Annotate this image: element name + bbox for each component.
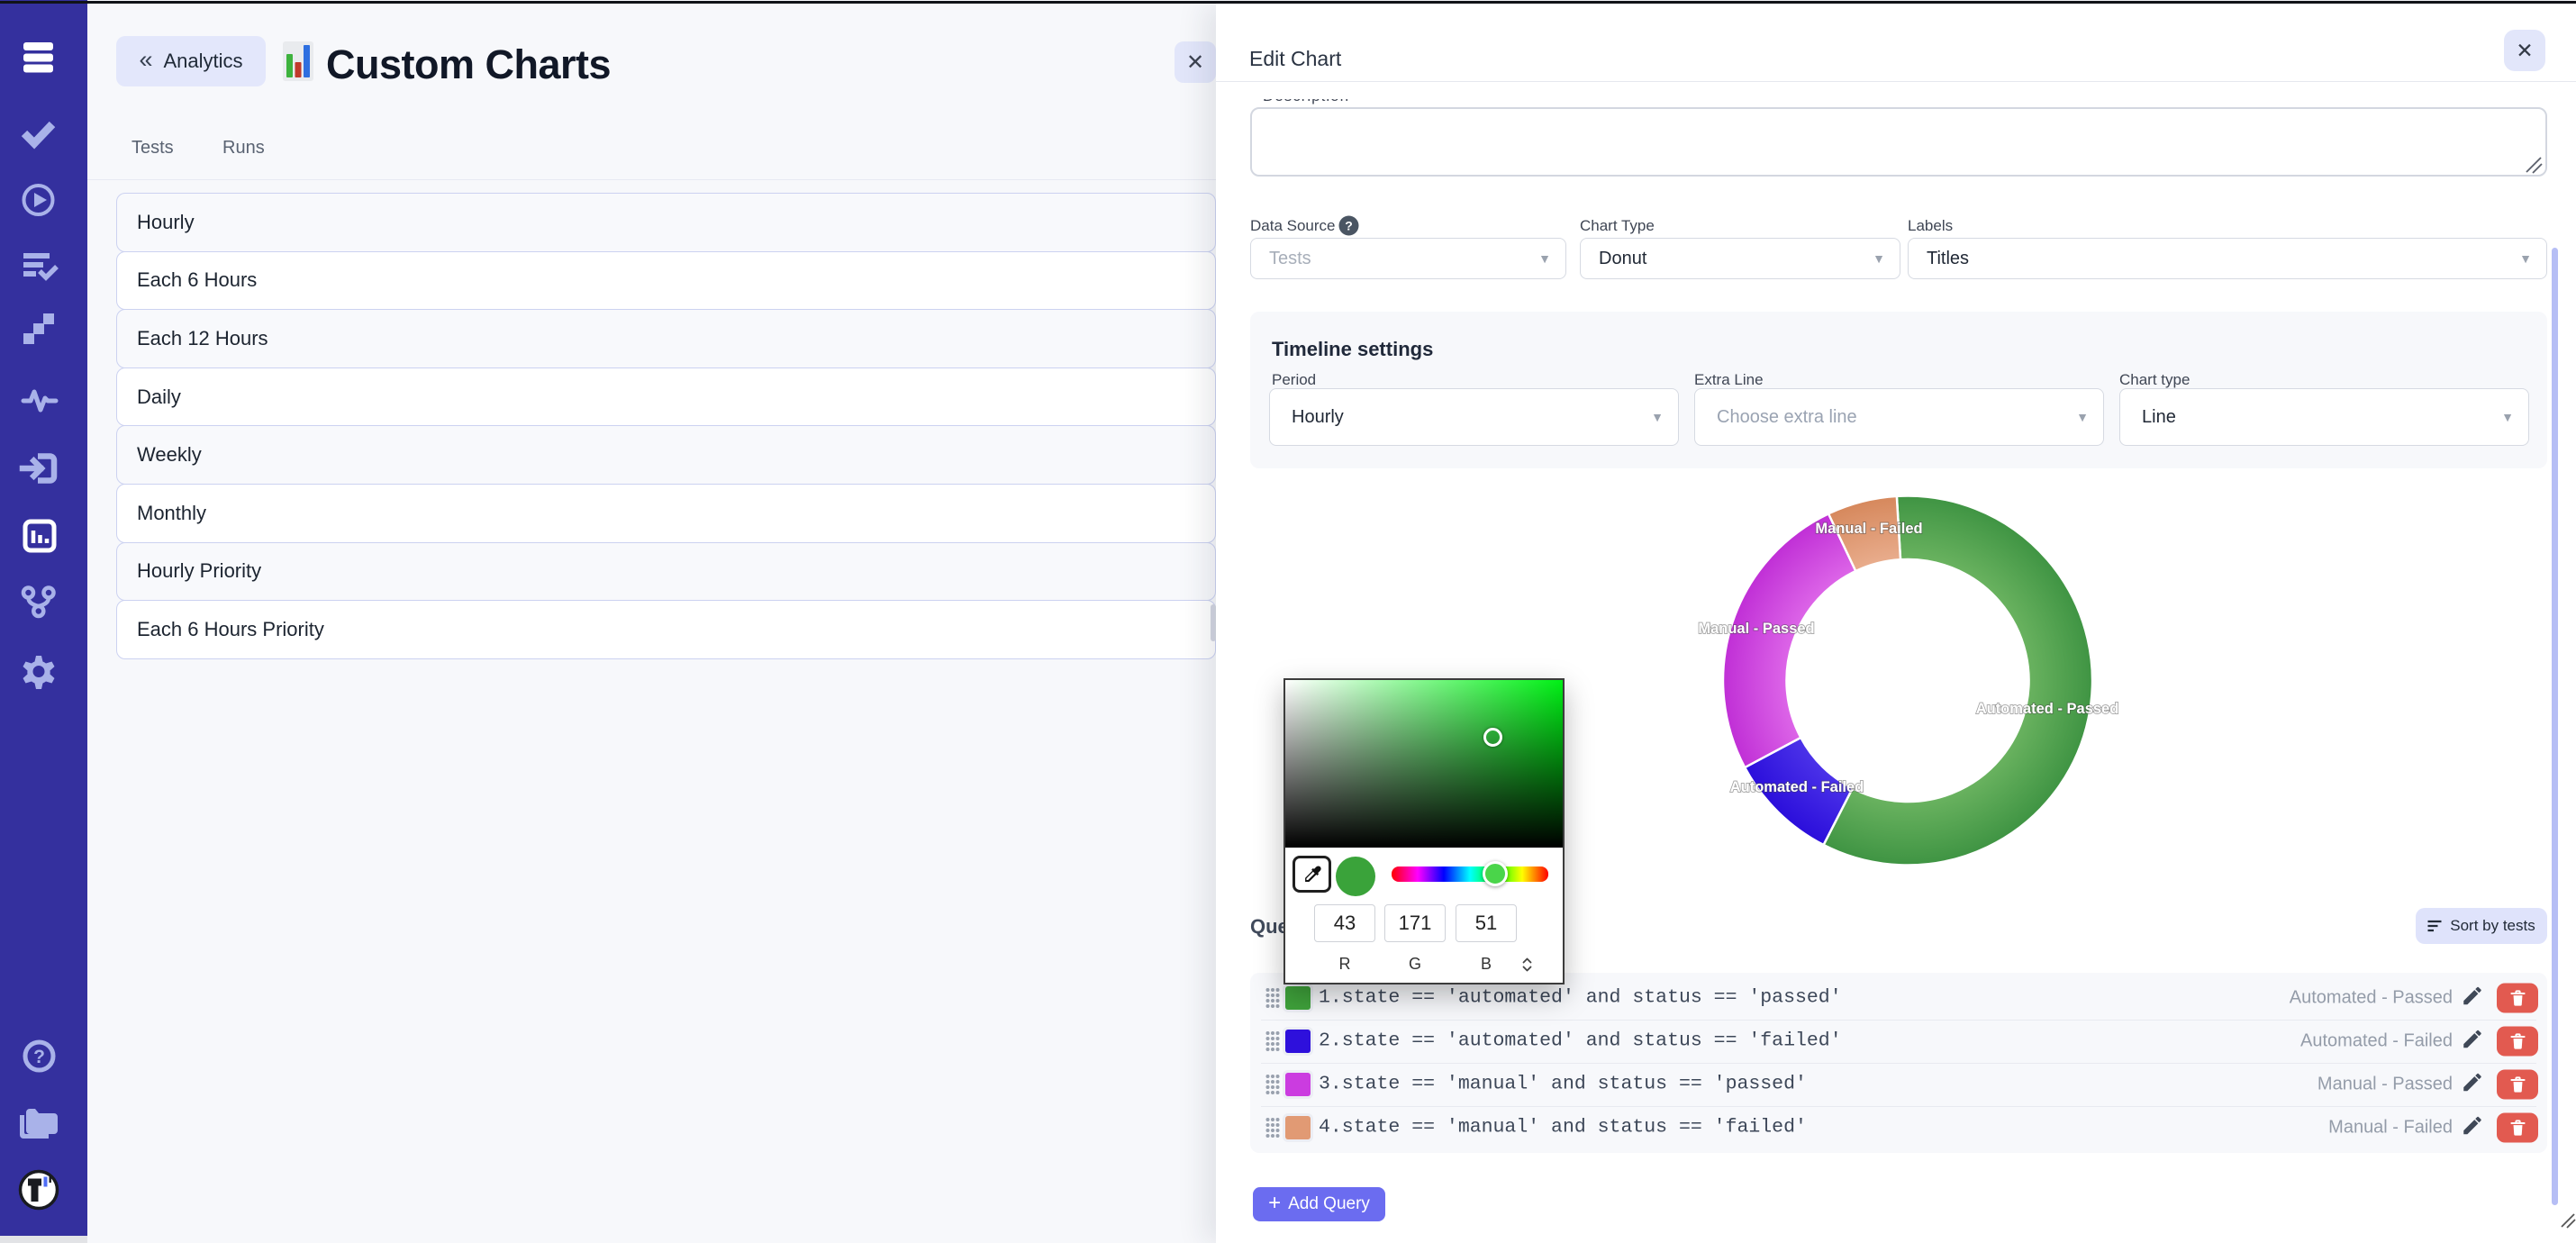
svg-text:?: ? (33, 1047, 45, 1067)
svg-text:?: ? (1345, 219, 1353, 233)
svg-text:Manual - Failed: Manual - Failed (1815, 521, 1922, 537)
svg-text:Automated - Failed: Automated - Failed (1730, 779, 1864, 795)
svg-text:Manual - Passed: Manual - Passed (1698, 621, 1814, 637)
svg-text:Automated - Passed: Automated - Passed (1976, 701, 2119, 717)
